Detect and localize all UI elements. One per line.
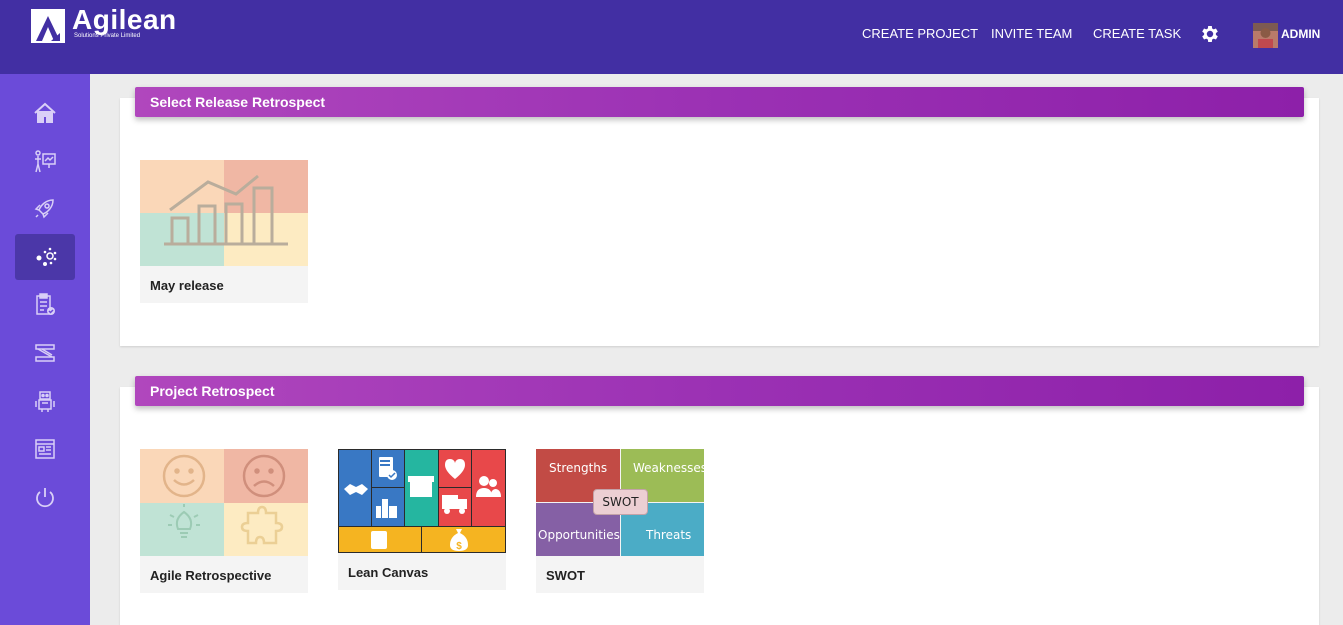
swot-center-badge: SWOT — [593, 489, 648, 515]
power-icon — [36, 488, 54, 508]
logo-tagline: Solutions Private Limited — [74, 33, 141, 39]
agile-retrospective-label: Agile Retrospective — [150, 568, 272, 583]
top-bar: Agilean Solutions Private Limited CREATE… — [0, 0, 1343, 74]
logo-mark-icon — [31, 9, 65, 43]
release-chart-thumbnail-icon — [140, 160, 308, 266]
retrospect-icon — [36, 247, 57, 266]
lean-canvas-tile[interactable]: $ Lean Canvas — [338, 449, 506, 590]
sidebar — [0, 74, 90, 625]
user-menu[interactable]: ADMIN — [1281, 27, 1320, 41]
avatar-photo-icon — [1253, 23, 1278, 48]
rocket-icon — [34, 199, 54, 219]
release-tile-may[interactable]: May release — [140, 160, 308, 303]
gear-icon[interactable] — [1199, 23, 1221, 45]
sidebar-item-automation[interactable] — [15, 378, 75, 424]
avatar[interactable] — [1253, 23, 1278, 48]
lean-canvas-thumbnail-icon: $ — [338, 449, 506, 553]
home-icon — [34, 102, 56, 123]
swot-label: SWOT — [546, 568, 585, 583]
lean-canvas-label: Lean Canvas — [348, 565, 429, 580]
invite-team-link[interactable]: INVITE TEAM — [991, 26, 1072, 41]
swot-thumbnail: Strengths Weaknesses Opportunities Threa… — [536, 449, 707, 556]
create-task-link[interactable]: CREATE TASK — [1093, 26, 1181, 41]
sidebar-item-tasks[interactable] — [15, 282, 75, 328]
sidebar-item-presentation[interactable] — [15, 138, 75, 184]
swot-tile[interactable]: Strengths Weaknesses Opportunities Threa… — [536, 449, 707, 593]
sprint-icon — [35, 344, 55, 362]
release-retrospect-header: Select Release Retrospect — [135, 87, 1304, 117]
report-icon — [35, 439, 55, 459]
swot-weaknesses: Weaknesses — [633, 461, 707, 475]
logo[interactable]: Agilean Solutions Private Limited — [30, 4, 200, 46]
sidebar-item-logout[interactable] — [15, 474, 75, 520]
swot-strengths: Strengths — [549, 461, 608, 475]
sidebar-item-home[interactable] — [15, 90, 75, 136]
agile-retrospective-tile[interactable]: Agile Retrospective — [140, 449, 308, 593]
create-project-link[interactable]: CREATE PROJECT — [862, 26, 978, 41]
sidebar-item-launch[interactable] — [15, 185, 75, 231]
swot-opportunities: Opportunities — [538, 528, 620, 542]
release-tile-label: May release — [150, 278, 224, 293]
swot-threats: Threats — [646, 528, 692, 542]
robot-icon — [35, 391, 55, 412]
sidebar-item-retrospect[interactable] — [15, 234, 75, 280]
logo-name: Agilean — [72, 4, 177, 35]
svg-text:$: $ — [456, 541, 462, 552]
agile-retrospective-thumbnail-icon — [140, 449, 308, 556]
clipboard-check-icon — [36, 293, 55, 315]
sidebar-item-sprint[interactable] — [15, 330, 75, 376]
project-retrospect-header: Project Retrospect — [135, 376, 1304, 406]
sidebar-item-reports[interactable] — [15, 426, 75, 472]
presentation-icon — [35, 150, 56, 173]
